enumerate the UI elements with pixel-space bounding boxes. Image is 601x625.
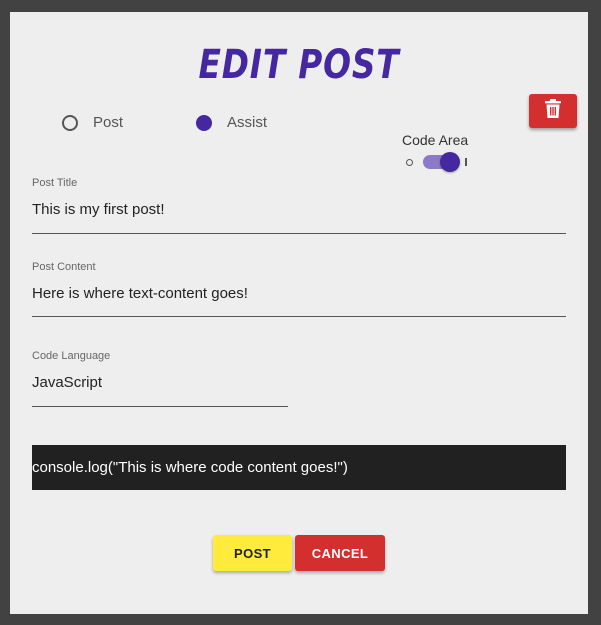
post-content-label: Post Content [32, 261, 96, 273]
code-language-field[interactable]: Code Language JavaScript [32, 350, 288, 407]
code-language-label: Code Language [32, 350, 111, 362]
post-title-underline [32, 233, 566, 234]
radio-post-indicator[interactable] [62, 114, 78, 131]
cancel-button[interactable]: CANCEL [295, 535, 385, 571]
post-content-field[interactable]: Post Content Here is where text-content … [32, 261, 566, 317]
code-editor[interactable]: console.log("This is where code content … [32, 445, 566, 490]
post-content-underline [32, 316, 566, 317]
radio-assist-indicator[interactable] [196, 114, 212, 131]
toggle-on-icon [465, 158, 467, 166]
post-content-input[interactable]: Here is where text-content goes! [32, 285, 566, 302]
post-title-label: Post Title [32, 177, 78, 189]
delete-button[interactable] [529, 94, 577, 128]
toggle-thumb[interactable] [440, 152, 460, 172]
radio-assist-label: Assist [227, 114, 268, 131]
code-area-toggle[interactable] [406, 152, 467, 172]
toggle-track[interactable] [423, 152, 460, 172]
radio-assist[interactable]: Assist [196, 114, 267, 131]
code-language-input[interactable]: JavaScript [32, 374, 288, 391]
post-button[interactable]: POST [213, 535, 292, 571]
edit-post-dialog: EDIT POST Post Assist Code Area Post Tit… [10, 12, 588, 614]
dialog-title: EDIT POST [198, 42, 400, 88]
post-title-field[interactable]: Post Title This is my first post! [32, 177, 566, 234]
radio-post[interactable]: Post [62, 114, 123, 131]
code-language-underline [32, 406, 288, 407]
post-title-input[interactable]: This is my first post! [32, 201, 566, 218]
code-area-label: Code Area [402, 132, 469, 148]
trash-icon [545, 99, 561, 123]
toggle-off-icon [406, 158, 413, 166]
radio-post-label: Post [93, 114, 124, 131]
